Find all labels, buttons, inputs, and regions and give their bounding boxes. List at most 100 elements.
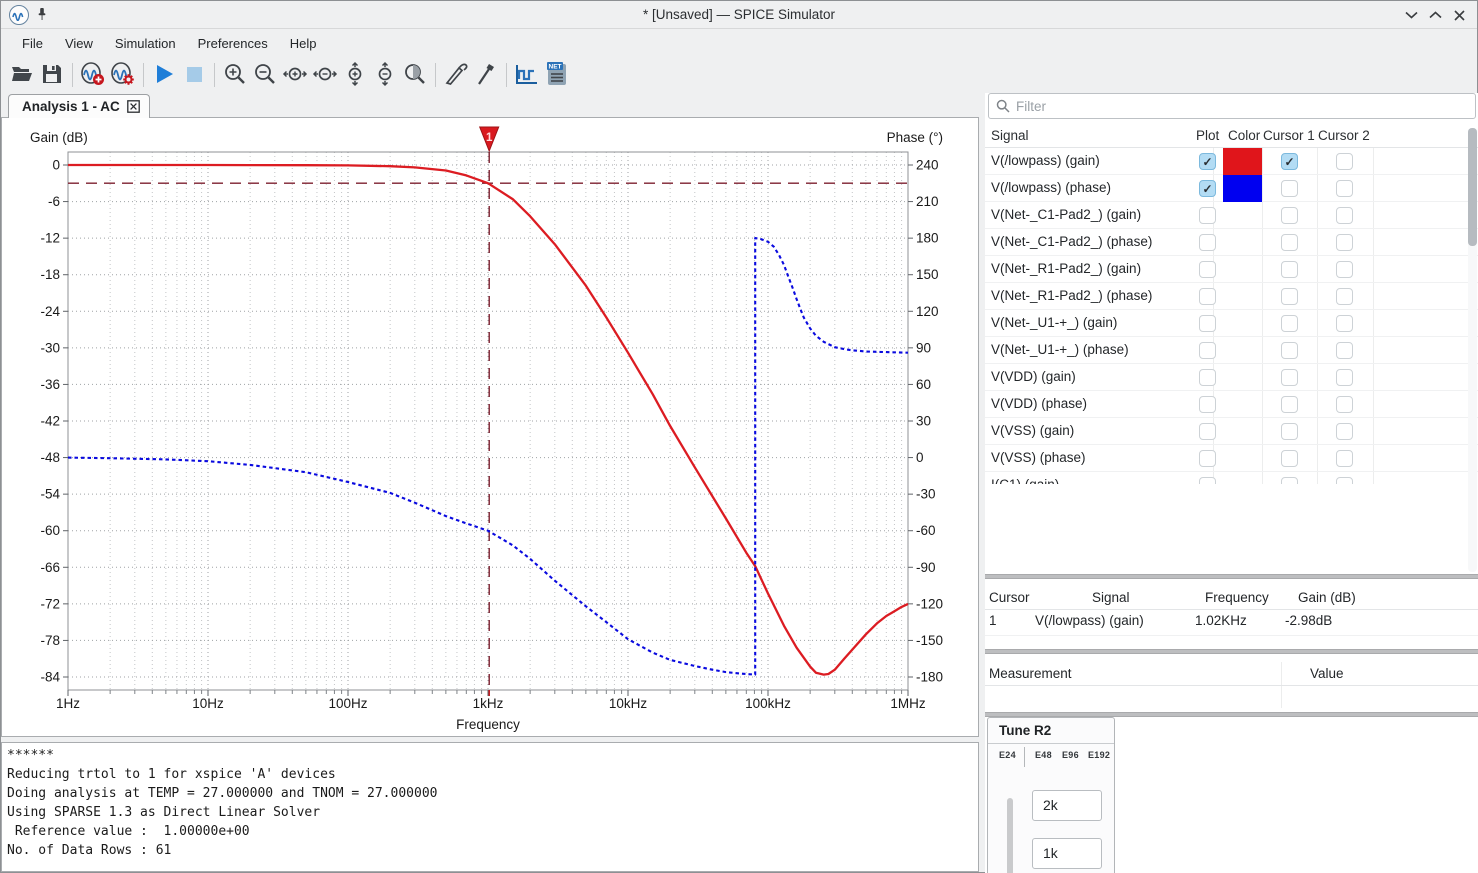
cursor2-checkbox[interactable] [1336,180,1353,197]
signal-row[interactable]: V(/lowpass) (gain)✓✓ [985,148,1478,175]
sim-settings-button[interactable] [108,60,138,90]
zoom-out-button[interactable] [250,60,280,90]
cursor1-checkbox[interactable] [1281,450,1298,467]
legend-button[interactable] [512,60,542,90]
splitter[interactable] [985,649,1478,654]
bode-plot[interactable]: 0-6-12-18-24-30-36-42-48-54-60-66-72-78-… [2,118,978,736]
signal-list[interactable]: Signal Plot Color Cursor 1 Cursor 2 V(/l… [985,126,1478,574]
measurement-table[interactable]: Measurement Value [985,662,1478,712]
scrollbar-thumb[interactable] [1468,128,1477,246]
close-button[interactable] [1449,5,1469,25]
menu-simulation[interactable]: Simulation [104,32,187,55]
zoom-v-in-button[interactable] [340,60,370,90]
stop-button[interactable] [179,60,209,90]
signal-scrollbar[interactable] [1468,128,1477,572]
save-button[interactable] [37,60,67,90]
probe-button[interactable] [441,60,471,90]
signal-row[interactable]: V(Net-_R1-Pad2_) (phase) [985,283,1478,310]
tab-analysis-ac[interactable]: Analysis 1 - AC [8,94,150,118]
signal-row[interactable]: V(VSS) (phase) [985,445,1478,472]
cursor2-checkbox[interactable] [1336,369,1353,386]
signal-row[interactable]: V(Net-_C1-Pad2_) (phase) [985,229,1478,256]
plot-checkbox[interactable] [1199,396,1216,413]
signal-row[interactable]: V(VSS) (gain) [985,418,1478,445]
plot-checkbox[interactable] [1199,477,1216,484]
cursor2-checkbox[interactable] [1336,153,1353,170]
plot-checkbox[interactable] [1199,207,1216,224]
signal-row[interactable]: V(VDD) (gain) [985,364,1478,391]
cursor1-checkbox[interactable] [1281,396,1298,413]
cursor1-checkbox[interactable] [1281,288,1298,305]
tune-max-field[interactable]: 2k [1032,790,1102,821]
plot-checkbox[interactable] [1199,450,1216,467]
cursor1-checkbox[interactable] [1281,234,1298,251]
maximize-button[interactable] [1425,5,1445,25]
plot-checkbox[interactable] [1199,315,1216,332]
cursor2-checkbox[interactable] [1336,477,1353,484]
cursor1-checkbox[interactable] [1281,315,1298,332]
cursor2-checkbox[interactable] [1336,207,1353,224]
signal-row[interactable]: V(Net-_C1-Pad2_) (gain) [985,202,1478,229]
zoom-h-out-button[interactable] [310,60,340,90]
tune-button[interactable] [471,60,501,90]
cursor2-checkbox[interactable] [1336,288,1353,305]
minimize-button[interactable] [1401,5,1421,25]
bode-plot-panel[interactable]: 0-6-12-18-24-30-36-42-48-54-60-66-72-78-… [1,117,979,737]
signal-row[interactable]: V(Net-_R1-Pad2_) (gain) [985,256,1478,283]
plot-checkbox[interactable] [1199,369,1216,386]
cursor2-checkbox[interactable] [1336,423,1353,440]
signal-row[interactable]: V(Net-_U1-+_) (phase) [985,337,1478,364]
cursor1-checkbox[interactable] [1281,207,1298,224]
tab-e24[interactable]: E24 [999,750,1016,760]
cursor-row[interactable]: 1 V(/lowpass) (gain) 1.02KHz -2.98dB [985,610,1478,636]
run-button[interactable] [149,60,179,90]
menu-help[interactable]: Help [279,32,328,55]
cursor1-checkbox[interactable] [1281,369,1298,386]
cursor2-checkbox[interactable] [1336,342,1353,359]
signal-row[interactable]: I(C1) (gain) [985,472,1478,484]
plot-checkbox[interactable]: ✓ [1199,153,1216,170]
plot-checkbox[interactable] [1199,423,1216,440]
cursor-table[interactable]: Cursor Signal Frequency Gain (dB) 1 V(/l… [985,587,1478,657]
open-button[interactable] [7,60,37,90]
cursor1-checkbox[interactable] [1281,180,1298,197]
tune-slider[interactable] [1003,798,1017,873]
splitter[interactable] [985,574,1478,579]
signal-filter[interactable] [988,93,1476,119]
signal-row[interactable]: V(Net-_U1-+_) (gain) [985,310,1478,337]
plot-checkbox[interactable] [1199,288,1216,305]
tab-e96[interactable]: E96 [1062,750,1079,760]
plot-checkbox[interactable] [1199,234,1216,251]
slider-track[interactable] [1007,798,1013,873]
menu-file[interactable]: File [11,32,54,55]
plot-checkbox[interactable]: ✓ [1199,180,1216,197]
cursor1-checkbox[interactable]: ✓ [1281,153,1298,170]
plot-checkbox[interactable] [1199,261,1216,278]
zoom-fit-button[interactable] [400,60,430,90]
cursor1-checkbox[interactable] [1281,423,1298,440]
tab-e192[interactable]: E192 [1088,750,1110,760]
tab-close-icon[interactable] [127,100,140,113]
tab-e48[interactable]: E48 [1035,750,1052,760]
signal-row[interactable]: V(/lowpass) (phase)✓ [985,175,1478,202]
filter-input[interactable] [1016,99,1475,114]
cursor2-checkbox[interactable] [1336,234,1353,251]
cursor1-checkbox[interactable] [1281,477,1298,484]
signal-row[interactable]: V(VDD) (phase) [985,391,1478,418]
cursor2-checkbox[interactable] [1336,450,1353,467]
cursor1-checkbox[interactable] [1281,261,1298,278]
simulation-console[interactable]: ****** Reducing trtol to 1 for xspice 'A… [1,742,979,872]
cursor2-checkbox[interactable] [1336,396,1353,413]
zoom-v-out-button[interactable] [370,60,400,90]
zoom-h-in-button[interactable] [280,60,310,90]
cursor1-checkbox[interactable] [1281,342,1298,359]
sim-add-button[interactable] [78,60,108,90]
color-swatch[interactable] [1223,148,1262,175]
menu-preferences[interactable]: Preferences [187,32,279,55]
plot-checkbox[interactable] [1199,342,1216,359]
zoom-in-button[interactable] [220,60,250,90]
tune-value-field[interactable]: 1k [1032,838,1102,869]
cursor2-checkbox[interactable] [1336,261,1353,278]
menu-view[interactable]: View [54,32,104,55]
color-swatch[interactable] [1223,175,1262,202]
